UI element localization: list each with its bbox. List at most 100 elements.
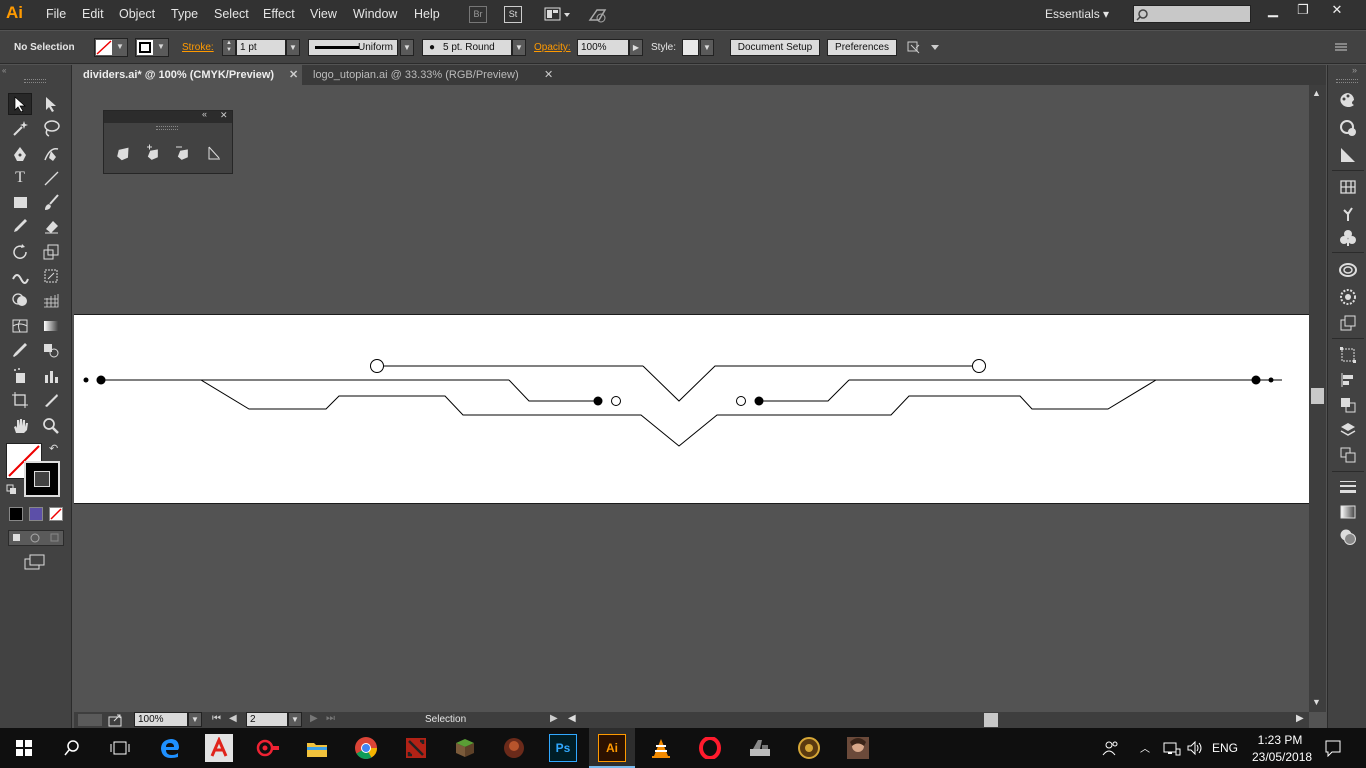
file-explorer-icon[interactable] xyxy=(303,734,331,762)
scroll-up-icon[interactable]: ▲ xyxy=(1312,88,1321,98)
input-language[interactable]: ENG xyxy=(1212,741,1238,755)
perspective-grid-tool-icon[interactable] xyxy=(39,289,63,311)
zoom-level-field[interactable]: 100% xyxy=(134,712,188,727)
magic-wand-tool-icon[interactable] xyxy=(8,117,32,139)
anchor-point-tool-icon[interactable] xyxy=(202,142,226,164)
first-artboard-icon[interactable]: ⏮ xyxy=(212,713,221,724)
color-guide-icon[interactable] xyxy=(1337,118,1359,138)
volume-icon[interactable] xyxy=(1186,740,1204,756)
windows-start-icon[interactable] xyxy=(10,734,38,762)
style-dropdown[interactable]: ▼ xyxy=(700,39,714,56)
drawing-modes[interactable] xyxy=(8,530,64,546)
drag-handle-icon[interactable] xyxy=(1336,79,1358,83)
illustrator-taskbar-active[interactable]: Ai xyxy=(589,728,635,768)
drag-handle-icon[interactable] xyxy=(24,79,46,83)
brush-dropdown[interactable]: ▼ xyxy=(512,39,526,56)
rotate-view-icon[interactable] xyxy=(78,714,102,726)
vertical-scrollbar[interactable]: ▲ ▼ xyxy=(1309,85,1326,712)
layers-panel-icon[interactable] xyxy=(1337,420,1359,440)
menu-help[interactable]: Help xyxy=(414,7,440,21)
task-view-icon[interactable] xyxy=(106,734,134,762)
swap-fill-stroke-icon[interactable]: ↶ xyxy=(49,442,58,455)
profile-dropdown[interactable]: ▼ xyxy=(400,39,414,56)
canvas-area[interactable] xyxy=(74,85,1309,712)
symbols-panel-icon[interactable] xyxy=(1337,228,1359,248)
share-icon[interactable] xyxy=(108,713,124,727)
variable-width-profile[interactable]: Uniform xyxy=(308,39,398,56)
width-tool-icon[interactable] xyxy=(8,265,32,287)
pathfinder-panel-icon[interactable] xyxy=(1337,395,1359,415)
gradient-mode-icon[interactable] xyxy=(29,507,43,521)
brushes-panel-icon[interactable] xyxy=(1337,203,1359,223)
stroke-swatch[interactable] xyxy=(24,461,60,497)
shape-builder-tool-icon[interactable] xyxy=(8,289,32,311)
artboard-dropdown[interactable]: ▼ xyxy=(288,712,302,727)
network-icon[interactable] xyxy=(1162,740,1182,756)
dota2-icon[interactable] xyxy=(402,734,430,762)
scroll-thumb[interactable] xyxy=(1311,388,1324,404)
artboards-panel-icon[interactable] xyxy=(1337,445,1359,465)
gradient-tool-icon[interactable] xyxy=(39,315,63,337)
next-artboard-icon[interactable]: ▶ xyxy=(310,713,318,724)
appearance-panel-icon[interactable] xyxy=(1337,287,1359,307)
graphic-styles-icon[interactable] xyxy=(1337,313,1359,333)
bridge-button[interactable]: Br xyxy=(469,6,487,23)
tab-logo-utopian[interactable]: logo_utopian.ai @ 33.33% (RGB/Preview) ✕ xyxy=(304,65,554,85)
arrange-icon[interactable] xyxy=(906,39,940,56)
stroke-panel-icon[interactable] xyxy=(1337,477,1359,497)
photoshop-icon[interactable]: Ps xyxy=(549,734,577,762)
gradient-panel-icon[interactable] xyxy=(1337,145,1359,165)
vlc-icon[interactable] xyxy=(647,734,675,762)
notifications-icon[interactable] xyxy=(1324,739,1342,758)
minimize-button[interactable]: ▁ xyxy=(1258,2,1288,20)
menu-view[interactable]: View xyxy=(310,7,337,21)
menu-edit[interactable]: Edit xyxy=(82,7,104,21)
align-panel-icon[interactable] xyxy=(1337,370,1359,390)
zoom-dropdown[interactable]: ▼ xyxy=(188,712,202,727)
column-graph-tool-icon[interactable] xyxy=(39,365,63,387)
panel-menu-icon[interactable] xyxy=(1333,40,1351,54)
add-anchor-point-tool-icon[interactable] xyxy=(142,142,166,164)
mesh-tool-icon[interactable] xyxy=(8,315,32,337)
eyedropper-tool-icon[interactable] xyxy=(8,339,32,361)
menu-file[interactable]: File xyxy=(46,7,66,21)
rectangle-tool-icon[interactable] xyxy=(8,191,32,213)
pen-tools-floating-panel[interactable]: « ✕ xyxy=(103,109,233,174)
type-tool-icon[interactable]: T xyxy=(8,167,32,189)
stock-button[interactable]: St xyxy=(504,6,522,23)
collapse-icon[interactable]: « xyxy=(2,66,70,75)
pencil-tool-icon[interactable] xyxy=(8,215,32,237)
scroll-right-icon[interactable]: ▶ xyxy=(1296,713,1304,724)
delete-anchor-point-tool-icon[interactable] xyxy=(172,142,196,164)
previous-artboard-icon[interactable]: ◀ xyxy=(229,713,237,724)
artboard-number-field[interactable]: 2 xyxy=(246,712,288,727)
close-icon[interactable]: ✕ xyxy=(544,65,553,85)
workspace-switcher[interactable]: Essentials ▾ xyxy=(1045,7,1109,21)
stroke-weight-field[interactable]: 1 pt xyxy=(236,39,286,56)
chrome-icon[interactable] xyxy=(352,734,380,762)
paintbrush-tool-icon[interactable] xyxy=(39,191,63,213)
menu-select[interactable]: Select xyxy=(214,7,249,21)
search-icon[interactable] xyxy=(58,734,86,762)
stroke-color-picker[interactable]: ▼ xyxy=(135,38,169,57)
color-panel-icon[interactable] xyxy=(1337,90,1359,110)
panel-header[interactable]: « ✕ xyxy=(104,109,232,123)
last-artboard-icon[interactable]: ⏭ xyxy=(326,713,335,724)
close-button[interactable]: ✕ xyxy=(1322,2,1352,20)
game-icon[interactable] xyxy=(500,734,528,762)
restore-button[interactable]: ❐ xyxy=(1288,2,1318,20)
blend-tool-icon[interactable] xyxy=(39,339,63,361)
menu-object[interactable]: Object xyxy=(119,7,155,21)
libraries-panel-icon[interactable] xyxy=(1337,260,1359,280)
gpu-performance-icon[interactable] xyxy=(587,6,609,24)
scanner-app-icon[interactable] xyxy=(746,734,774,762)
scroll-left-icon[interactable]: ◀ xyxy=(568,713,576,724)
clock-date[interactable]: 23/05/2018 xyxy=(1252,750,1312,764)
selection-tool-icon[interactable] xyxy=(8,93,32,115)
opera-icon[interactable] xyxy=(696,734,724,762)
zoom-tool-icon[interactable] xyxy=(39,415,63,437)
pen-tool-icon[interactable] xyxy=(8,143,32,165)
arrange-documents-icon[interactable] xyxy=(544,6,572,23)
close-icon[interactable]: ✕ xyxy=(220,110,228,121)
transparency-panel-icon[interactable] xyxy=(1337,527,1359,547)
